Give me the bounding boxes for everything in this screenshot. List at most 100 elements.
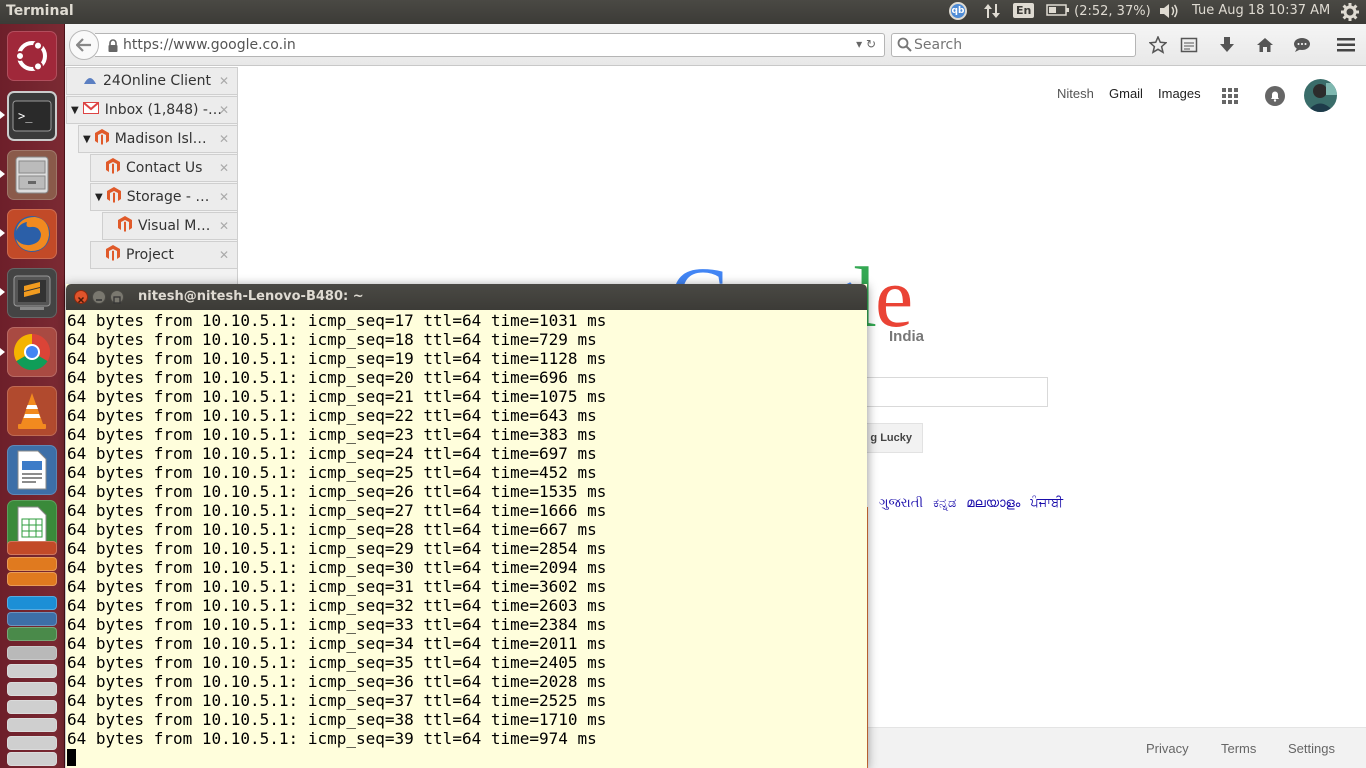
home-icon[interactable] [1254, 35, 1276, 55]
terminal-line: 64 bytes from 10.10.5.1: icmp_seq=28 ttl… [67, 520, 597, 539]
apps-grid-icon[interactable] [1222, 88, 1238, 108]
24online-icon [83, 73, 97, 89]
hamburger-menu-icon[interactable] [1335, 35, 1357, 55]
ubuntu-logo-icon[interactable] [7, 31, 57, 81]
collapsed-launcher-icon[interactable] [7, 664, 57, 678]
terminal-line: 64 bytes from 10.10.5.1: icmp_seq=24 ttl… [67, 444, 597, 463]
collapsed-launcher-icon[interactable] [7, 612, 57, 626]
writer-document-icon[interactable] [7, 445, 57, 495]
expand-triangle-icon[interactable]: ▼ [83, 134, 91, 145]
avatar[interactable] [1304, 79, 1337, 116]
search-input[interactable] [914, 36, 1129, 54]
tab-storage[interactable]: ▼ Storage - … ✕ [90, 183, 238, 211]
close-window-button[interactable] [74, 290, 88, 304]
collapsed-launcher-icon[interactable] [7, 541, 57, 555]
volume-icon[interactable] [1158, 2, 1180, 24]
url-bar[interactable]: https://www.google.co.in ▾ ↻ [95, 33, 885, 57]
terminal-line: 64 bytes from 10.10.5.1: icmp_seq=27 ttl… [67, 501, 607, 520]
terminal-titlebar[interactable]: nitesh@nitesh-Lenovo-B480: ~ [66, 284, 867, 310]
collapsed-launcher-icon[interactable] [7, 572, 57, 586]
url-text[interactable]: https://www.google.co.in [123, 37, 296, 53]
close-tab-icon[interactable]: ✕ [219, 190, 229, 204]
network-updown-icon[interactable] [983, 2, 1001, 24]
lock-icon [107, 38, 119, 57]
chrome-icon[interactable] [7, 327, 57, 377]
google-country-label: India [889, 328, 925, 345]
dropdown-arrow-icon[interactable]: ▾ [856, 37, 862, 51]
terminal-line: 64 bytes from 10.10.5.1: icmp_seq=29 ttl… [67, 539, 607, 558]
back-button[interactable] [69, 30, 99, 60]
close-tab-icon[interactable]: ✕ [219, 161, 229, 175]
reload-icon[interactable]: ↻ [866, 37, 876, 51]
terminal-line: 64 bytes from 10.10.5.1: icmp_seq=19 ttl… [67, 349, 607, 368]
language-links[interactable]: ગુજરાતી ಕನ್ನಡ മലയാളം ਪੰਜਾਬੀ [879, 496, 1063, 511]
collapsed-launcher-icon[interactable] [7, 736, 57, 750]
close-tab-icon[interactable]: ✕ [219, 248, 229, 262]
settings-link[interactable]: Settings [1288, 741, 1335, 756]
tab-contact-us[interactable]: Contact Us ✕ [90, 154, 238, 182]
amazon-icon[interactable] [7, 557, 57, 571]
file-cabinet-icon[interactable] [7, 150, 57, 200]
terminal-line: 64 bytes from 10.10.5.1: icmp_seq=26 ttl… [67, 482, 607, 501]
minimize-window-button[interactable] [92, 290, 106, 304]
expand-triangle-icon[interactable]: ▼ [95, 192, 103, 203]
close-icon [77, 296, 85, 304]
bookmark-star-icon[interactable] [1147, 35, 1169, 55]
vlc-cone-icon[interactable] [7, 386, 57, 436]
collapsed-launcher-icon[interactable] [7, 682, 57, 696]
terminal-line: 64 bytes from 10.10.5.1: icmp_seq=17 ttl… [67, 311, 607, 330]
maximize-window-button[interactable] [110, 290, 124, 304]
maximize-icon [113, 296, 121, 304]
battery-indicator[interactable]: (2:52, 37%) [1046, 3, 1151, 19]
clock[interactable]: Tue Aug 18 10:37 AM [1192, 3, 1330, 18]
terminal-icon[interactable]: >_ [7, 91, 57, 141]
terminal-line: 64 bytes from 10.10.5.1: icmp_seq=18 ttl… [67, 330, 597, 349]
keyboard-layout-indicator[interactable]: En [1013, 3, 1035, 18]
close-tab-icon[interactable]: ✕ [219, 219, 229, 233]
terminal-output[interactable]: 64 bytes from 10.10.5.1: icmp_seq=17 ttl… [66, 311, 867, 768]
images-link[interactable]: Images [1158, 86, 1201, 101]
active-app-title: Terminal [6, 3, 74, 19]
terminal-title: nitesh@nitesh-Lenovo-B480: ~ [138, 289, 364, 304]
close-tab-icon[interactable]: ✕ [219, 103, 229, 117]
tab-madison-island[interactable]: ▼ Madison Isl… ✕ [78, 125, 238, 153]
trash-icon[interactable] [7, 752, 57, 766]
terminal-line: 64 bytes from 10.10.5.1: icmp_seq=32 ttl… [67, 596, 607, 615]
privacy-link[interactable]: Privacy [1146, 741, 1189, 756]
close-tab-icon[interactable]: ✕ [219, 132, 229, 146]
sublime-icon[interactable] [7, 268, 57, 318]
expand-triangle-icon[interactable]: ▼ [71, 105, 79, 116]
gmail-link[interactable]: Gmail [1109, 86, 1143, 101]
chat-bubble-icon[interactable] [1291, 35, 1313, 55]
qbittorrent-tray-icon[interactable]: qb [949, 2, 967, 20]
minimize-icon [96, 299, 102, 301]
collapsed-launcher-icon[interactable] [7, 700, 57, 714]
download-icon[interactable] [1216, 35, 1238, 55]
magento-icon [94, 129, 109, 149]
magento-icon [106, 158, 120, 178]
terminal-window[interactable]: nitesh@nitesh-Lenovo-B480: ~ 64 bytes fr… [66, 284, 867, 768]
firefox-icon[interactable] [7, 209, 57, 259]
skype-icon[interactable] [7, 596, 57, 610]
terminal-line: 64 bytes from 10.10.5.1: icmp_seq=31 ttl… [67, 577, 607, 596]
collapsed-launcher-icon[interactable] [7, 718, 57, 732]
terminal-line: 64 bytes from 10.10.5.1: icmp_seq=35 ttl… [67, 653, 607, 672]
magento-icon [106, 245, 120, 265]
terminal-prompt-line[interactable] [67, 748, 867, 767]
magento-icon [118, 216, 132, 236]
gear-icon[interactable] [1340, 2, 1360, 26]
terminal-line: 64 bytes from 10.10.5.1: icmp_seq=30 ttl… [67, 558, 607, 577]
tab-24online[interactable]: 24Online Client ✕ [66, 67, 238, 95]
user-name-link[interactable]: Nitesh [1057, 86, 1094, 101]
search-bar[interactable] [891, 33, 1136, 57]
reading-list-icon[interactable] [1178, 35, 1200, 55]
terminal-line: 64 bytes from 10.10.5.1: icmp_seq=39 ttl… [67, 729, 597, 748]
tab-visual-merchandiser[interactable]: Visual M… ✕ [102, 212, 238, 240]
collapsed-launcher-icon[interactable] [7, 627, 57, 641]
tab-gmail-inbox[interactable]: ▼ Inbox (1,848) -… ✕ [66, 96, 238, 124]
tab-project[interactable]: Project ✕ [90, 241, 238, 269]
notifications-bell-icon[interactable] [1265, 86, 1285, 110]
terms-link[interactable]: Terms [1221, 741, 1256, 756]
close-tab-icon[interactable]: ✕ [219, 74, 229, 88]
collapsed-launcher-icon[interactable] [7, 646, 57, 660]
